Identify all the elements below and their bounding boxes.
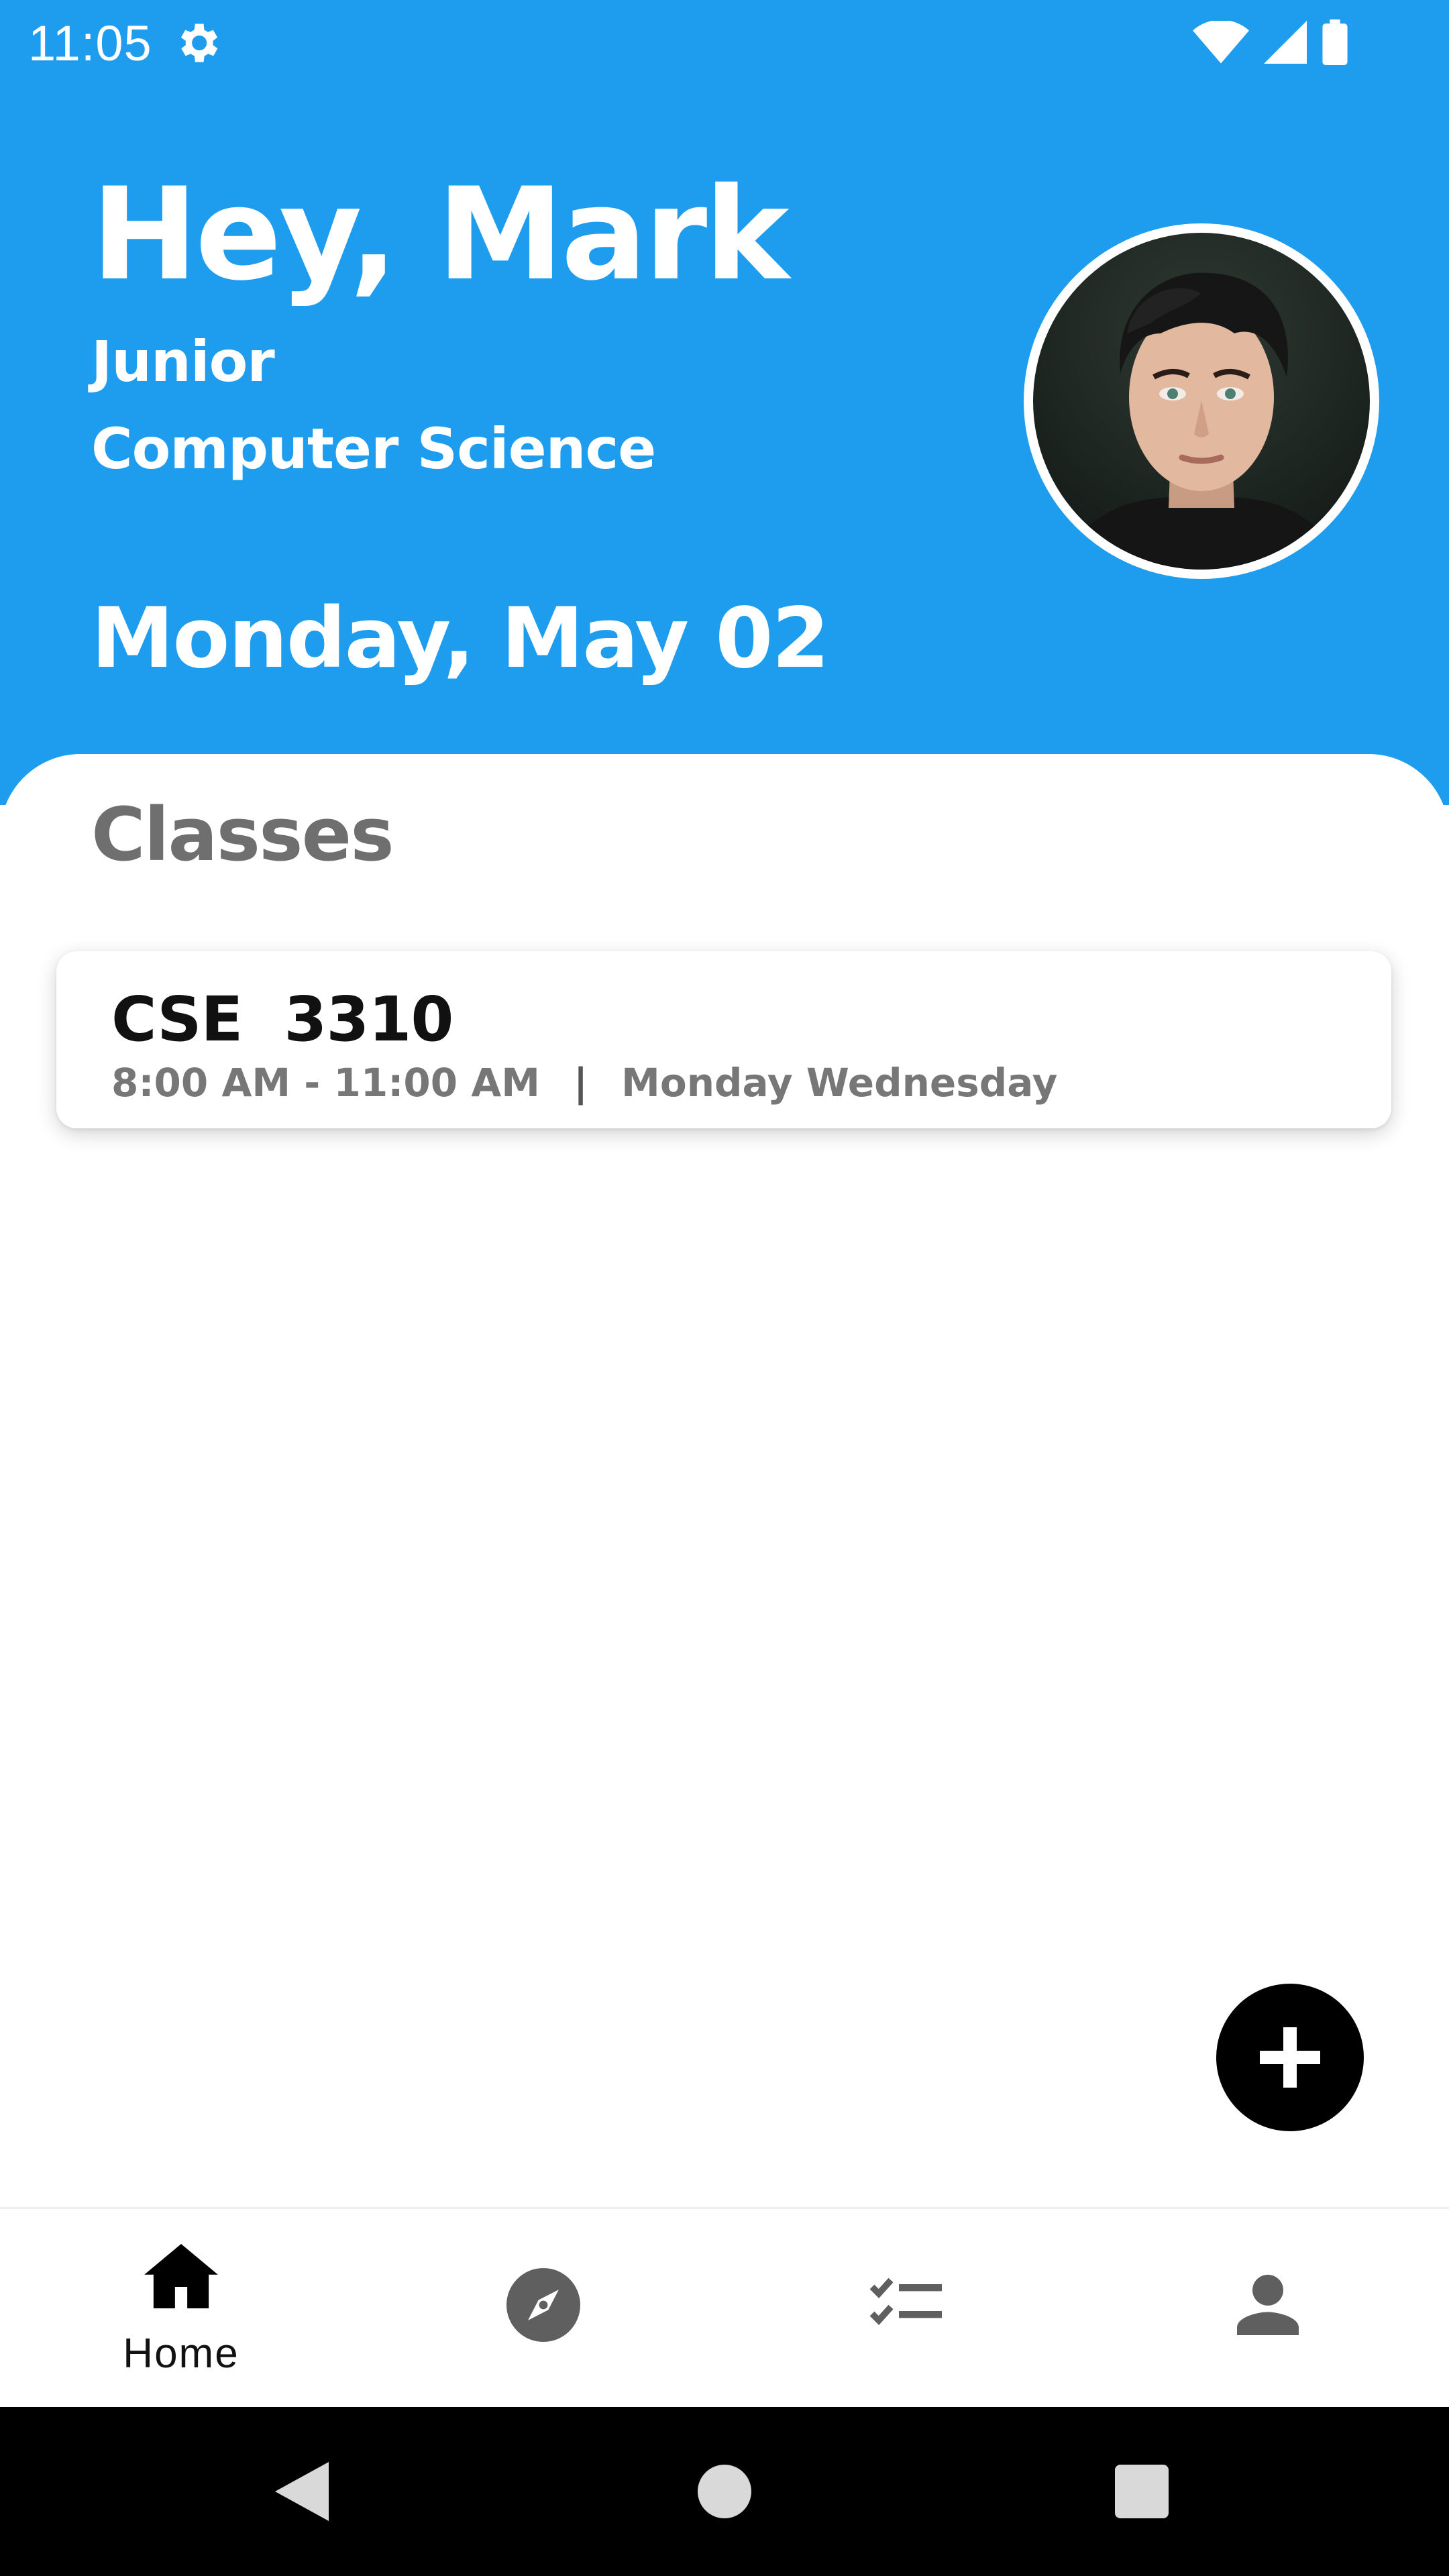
nav-item-home[interactable]: Home <box>0 2209 362 2409</box>
cellular-signal-icon <box>1264 21 1307 64</box>
status-time: 11:05 <box>28 15 152 71</box>
nav-label-home: Home <box>123 2330 239 2377</box>
checklist-icon <box>869 2277 942 2325</box>
nav-item-explore[interactable] <box>362 2209 724 2409</box>
nav-item-tasks[interactable] <box>724 2209 1087 2409</box>
status-icons <box>1193 19 1348 66</box>
add-class-button[interactable] <box>1216 1984 1364 2131</box>
class-code: CSE 3310 <box>111 983 453 1055</box>
battery-icon <box>1322 19 1348 65</box>
settings-gear-icon <box>180 23 218 62</box>
class-schedule: 8:00 AM - 11:00 AM | Monday Wednesday <box>111 1060 1057 1106</box>
greeting-heading: Hey, Mark <box>91 160 790 309</box>
class-meta-separator: | <box>573 1060 588 1106</box>
class-time: 8:00 AM - 11:00 AM <box>111 1060 540 1106</box>
wifi-icon <box>1193 21 1249 64</box>
avatar-photo <box>1033 233 1370 570</box>
class-card[interactable]: CSE 3310 8:00 AM - 11:00 AM | Monday Wedne… <box>56 951 1391 1128</box>
class-days: Monday Wednesday <box>621 1060 1058 1106</box>
home-circle-icon[interactable] <box>698 2465 751 2518</box>
system-navigation-bar <box>0 2407 1449 2576</box>
current-date: Monday, May 02 <box>91 590 830 687</box>
plus-icon <box>1260 2027 1320 2088</box>
bottom-navigation: Home <box>0 2207 1449 2409</box>
student-year: Junior <box>91 329 275 394</box>
nav-item-profile[interactable] <box>1087 2209 1449 2409</box>
person-icon <box>1237 2274 1299 2335</box>
overview-square-icon[interactable] <box>1115 2465 1169 2518</box>
student-major: Computer Science <box>91 416 656 482</box>
avatar[interactable] <box>1024 223 1379 579</box>
compass-icon <box>506 2268 580 2342</box>
home-icon <box>144 2244 218 2308</box>
avatar-portrait-image <box>1060 272 1343 570</box>
back-icon[interactable] <box>275 2462 329 2521</box>
status-bar: 11:05 <box>0 0 1449 86</box>
classes-section-title: Classes <box>91 792 394 877</box>
